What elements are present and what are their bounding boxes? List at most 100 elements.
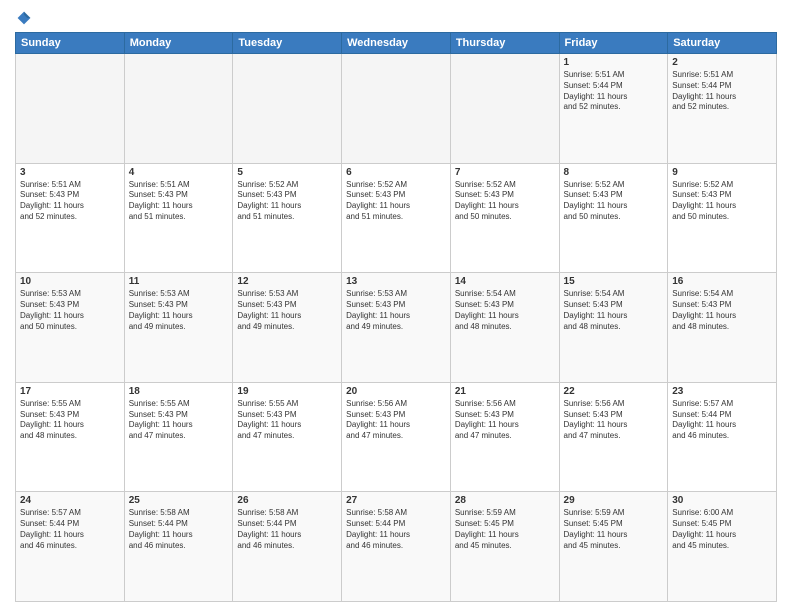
calendar-cell: 24 Sunrise: 5:57 AM Sunset: 5:44 PM Dayli…	[16, 492, 125, 602]
day-content: Sunrise: 5:53 AM Sunset: 5:43 PM Dayligh…	[129, 289, 229, 332]
day-content: Sunrise: 5:58 AM Sunset: 5:44 PM Dayligh…	[129, 508, 229, 551]
weekday-header-row: SundayMondayTuesdayWednesdayThursdayFrid…	[16, 33, 777, 54]
calendar-cell: 4 Sunrise: 5:51 AM Sunset: 5:43 PM Daylig…	[124, 163, 233, 273]
day-content: Sunrise: 5:52 AM Sunset: 5:43 PM Dayligh…	[237, 180, 337, 223]
day-number: 24	[20, 495, 120, 506]
day-content: Sunrise: 5:56 AM Sunset: 5:43 PM Dayligh…	[564, 399, 664, 442]
day-number: 7	[455, 167, 555, 178]
day-content: Sunrise: 5:53 AM Sunset: 5:43 PM Dayligh…	[237, 289, 337, 332]
day-number: 30	[672, 495, 772, 506]
calendar-cell: 14 Sunrise: 5:54 AM Sunset: 5:43 PM Dayli…	[450, 273, 559, 383]
calendar-week-2: 10 Sunrise: 5:53 AM Sunset: 5:43 PM Dayli…	[16, 273, 777, 383]
day-number: 2	[672, 57, 772, 68]
calendar-cell: 9 Sunrise: 5:52 AM Sunset: 5:43 PM Daylig…	[668, 163, 777, 273]
calendar-cell: 5 Sunrise: 5:52 AM Sunset: 5:43 PM Daylig…	[233, 163, 342, 273]
day-content: Sunrise: 5:52 AM Sunset: 5:43 PM Dayligh…	[455, 180, 555, 223]
day-content: Sunrise: 5:52 AM Sunset: 5:43 PM Dayligh…	[564, 180, 664, 223]
calendar-cell: 29 Sunrise: 5:59 AM Sunset: 5:45 PM Dayli…	[559, 492, 668, 602]
day-content: Sunrise: 5:54 AM Sunset: 5:43 PM Dayligh…	[564, 289, 664, 332]
calendar-cell: 3 Sunrise: 5:51 AM Sunset: 5:43 PM Daylig…	[16, 163, 125, 273]
day-number: 13	[346, 276, 446, 287]
day-number: 9	[672, 167, 772, 178]
calendar-cell: 10 Sunrise: 5:53 AM Sunset: 5:43 PM Dayli…	[16, 273, 125, 383]
day-content: Sunrise: 5:51 AM Sunset: 5:43 PM Dayligh…	[129, 180, 229, 223]
calendar-cell: 20 Sunrise: 5:56 AM Sunset: 5:43 PM Dayli…	[342, 382, 451, 492]
day-number: 23	[672, 386, 772, 397]
calendar-cell: 27Sunrise: 5:58 AM Sunset: 5:44 PM Dayli…	[342, 492, 451, 602]
day-content: Sunrise: 5:58 AM Sunset: 5:44 PM Dayligh…	[346, 508, 446, 551]
calendar-cell: 6 Sunrise: 5:52 AM Sunset: 5:43 PM Daylig…	[342, 163, 451, 273]
calendar-week-3: 17Sunrise: 5:55 AM Sunset: 5:43 PM Dayli…	[16, 382, 777, 492]
day-content: Sunrise: 5:57 AM Sunset: 5:44 PM Dayligh…	[672, 399, 772, 442]
day-content: Sunrise: 5:51 AM Sunset: 5:43 PM Dayligh…	[20, 180, 120, 223]
calendar-cell	[124, 54, 233, 164]
calendar-week-0: 1 Sunrise: 5:51 AM Sunset: 5:44 PM Daylig…	[16, 54, 777, 164]
day-number: 22	[564, 386, 664, 397]
day-number: 20	[346, 386, 446, 397]
calendar-week-4: 24 Sunrise: 5:57 AM Sunset: 5:44 PM Dayli…	[16, 492, 777, 602]
calendar-cell: 25 Sunrise: 5:58 AM Sunset: 5:44 PM Dayli…	[124, 492, 233, 602]
calendar-cell: 21 Sunrise: 5:56 AM Sunset: 5:43 PM Dayli…	[450, 382, 559, 492]
calendar-cell	[450, 54, 559, 164]
day-number: 8	[564, 167, 664, 178]
calendar-cell: 26 Sunrise: 5:58 AM Sunset: 5:44 PM Dayli…	[233, 492, 342, 602]
day-number: 12	[237, 276, 337, 287]
day-content: Sunrise: 5:54 AM Sunset: 5:43 PM Dayligh…	[455, 289, 555, 332]
calendar-cell: 1 Sunrise: 5:51 AM Sunset: 5:44 PM Daylig…	[559, 54, 668, 164]
calendar-cell: 8 Sunrise: 5:52 AM Sunset: 5:43 PM Daylig…	[559, 163, 668, 273]
day-number: 19	[237, 386, 337, 397]
calendar-cell: 28 Sunrise: 5:59 AM Sunset: 5:45 PM Dayli…	[450, 492, 559, 602]
day-number: 26	[237, 495, 337, 506]
day-content: Sunrise: 5:55 AM Sunset: 5:43 PM Dayligh…	[20, 399, 120, 442]
calendar-cell: 11Sunrise: 5:53 AM Sunset: 5:43 PM Dayli…	[124, 273, 233, 383]
calendar-cell: 15 Sunrise: 5:54 AM Sunset: 5:43 PM Dayli…	[559, 273, 668, 383]
weekday-header-friday: Friday	[559, 33, 668, 54]
day-content: Sunrise: 5:57 AM Sunset: 5:44 PM Dayligh…	[20, 508, 120, 551]
day-number: 15	[564, 276, 664, 287]
day-number: 28	[455, 495, 555, 506]
calendar-cell: 2 Sunrise: 5:51 AM Sunset: 5:44 PM Daylig…	[668, 54, 777, 164]
weekday-header-wednesday: Wednesday	[342, 33, 451, 54]
weekday-header-thursday: Thursday	[450, 33, 559, 54]
day-number: 6	[346, 167, 446, 178]
day-number: 4	[129, 167, 229, 178]
calendar-cell	[233, 54, 342, 164]
calendar-cell: 22 Sunrise: 5:56 AM Sunset: 5:43 PM Dayli…	[559, 382, 668, 492]
calendar-cell: 7 Sunrise: 5:52 AM Sunset: 5:43 PM Daylig…	[450, 163, 559, 273]
day-content: Sunrise: 5:51 AM Sunset: 5:44 PM Dayligh…	[564, 70, 664, 113]
day-content: Sunrise: 5:58 AM Sunset: 5:44 PM Dayligh…	[237, 508, 337, 551]
calendar-cell	[342, 54, 451, 164]
day-number: 21	[455, 386, 555, 397]
calendar-week-1: 3 Sunrise: 5:51 AM Sunset: 5:43 PM Daylig…	[16, 163, 777, 273]
calendar-cell: 17Sunrise: 5:55 AM Sunset: 5:43 PM Dayli…	[16, 382, 125, 492]
day-content: Sunrise: 5:59 AM Sunset: 5:45 PM Dayligh…	[455, 508, 555, 551]
header	[15, 10, 777, 26]
calendar-cell: 18 Sunrise: 5:55 AM Sunset: 5:43 PM Dayli…	[124, 382, 233, 492]
day-content: Sunrise: 5:54 AM Sunset: 5:43 PM Dayligh…	[672, 289, 772, 332]
calendar-cell: 13 Sunrise: 5:53 AM Sunset: 5:43 PM Dayli…	[342, 273, 451, 383]
day-number: 14	[455, 276, 555, 287]
calendar-table: SundayMondayTuesdayWednesdayThursdayFrid…	[15, 32, 777, 602]
day-number: 18	[129, 386, 229, 397]
weekday-header-tuesday: Tuesday	[233, 33, 342, 54]
day-content: Sunrise: 5:55 AM Sunset: 5:43 PM Dayligh…	[129, 399, 229, 442]
day-content: Sunrise: 5:53 AM Sunset: 5:43 PM Dayligh…	[20, 289, 120, 332]
day-content: Sunrise: 5:59 AM Sunset: 5:45 PM Dayligh…	[564, 508, 664, 551]
day-content: Sunrise: 5:51 AM Sunset: 5:44 PM Dayligh…	[672, 70, 772, 113]
day-content: Sunrise: 5:52 AM Sunset: 5:43 PM Dayligh…	[672, 180, 772, 223]
day-content: Sunrise: 5:55 AM Sunset: 5:43 PM Dayligh…	[237, 399, 337, 442]
day-content: Sunrise: 5:52 AM Sunset: 5:43 PM Dayligh…	[346, 180, 446, 223]
day-number: 25	[129, 495, 229, 506]
day-number: 10	[20, 276, 120, 287]
day-content: Sunrise: 5:56 AM Sunset: 5:43 PM Dayligh…	[346, 399, 446, 442]
calendar-cell: 12 Sunrise: 5:53 AM Sunset: 5:43 PM Dayli…	[233, 273, 342, 383]
day-content: Sunrise: 5:53 AM Sunset: 5:43 PM Dayligh…	[346, 289, 446, 332]
day-content: Sunrise: 5:56 AM Sunset: 5:43 PM Dayligh…	[455, 399, 555, 442]
weekday-header-monday: Monday	[124, 33, 233, 54]
day-number: 3	[20, 167, 120, 178]
day-number: 29	[564, 495, 664, 506]
weekday-header-sunday: Sunday	[16, 33, 125, 54]
calendar-cell: 19 Sunrise: 5:55 AM Sunset: 5:43 PM Dayli…	[233, 382, 342, 492]
day-number: 5	[237, 167, 337, 178]
day-number: 1	[564, 57, 664, 68]
